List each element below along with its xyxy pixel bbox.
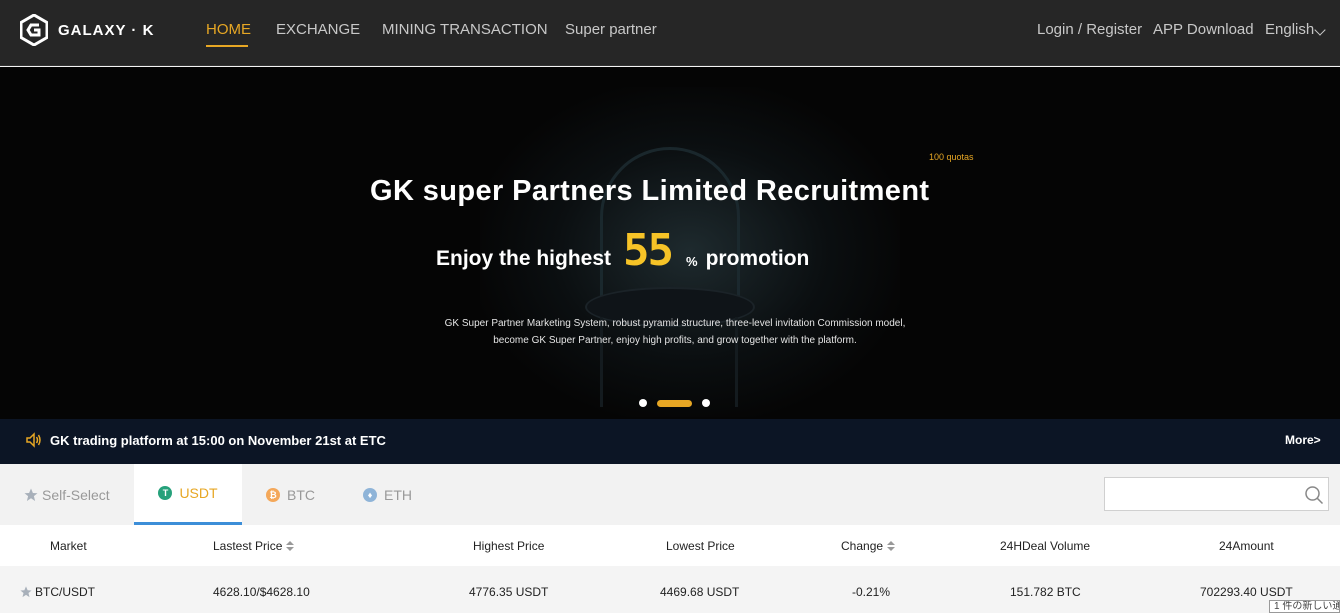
nav-active-indicator [206, 45, 248, 47]
col-change[interactable]: Change [841, 539, 896, 553]
cell-change: -0.21% [852, 585, 891, 599]
bitcoin-icon: ₿ [266, 487, 280, 502]
carousel-dot[interactable] [639, 399, 647, 407]
top-navbar: GALAXY · K HOME EXCHANGE MINING TRANSACT… [0, 0, 1340, 66]
market-table-header: Market Lastest Price Highest Price Lowes… [0, 525, 1340, 566]
tab-usdt[interactable]: T USDT [134, 464, 242, 525]
tether-icon: T [158, 486, 173, 500]
cell-market: BTC/USDT [35, 585, 95, 599]
col-highest-price: Highest Price [473, 539, 545, 553]
tab-self-select[interactable]: Self-Select [24, 464, 134, 525]
cell-lowest-price: 4469.68 USDT [660, 585, 740, 599]
promo-value: 55 [623, 225, 674, 276]
notification-popup[interactable]: 1 件の新しい通知 [1269, 600, 1340, 613]
star-icon [24, 488, 38, 501]
announcement-text[interactable]: GK trading platform at 15:00 on November… [50, 433, 386, 448]
carousel-dot-active[interactable] [657, 400, 692, 407]
logo[interactable]: GALAXY · K [20, 14, 154, 46]
more-link[interactable]: More> [1285, 433, 1321, 447]
col-market: Market [50, 539, 87, 553]
speaker-icon [26, 432, 41, 448]
col-change-label: Change [841, 539, 884, 553]
tab-label: Self-Select [42, 486, 110, 503]
login-register-link[interactable]: Login / Register [1037, 21, 1142, 38]
language-select[interactable]: English [1265, 21, 1314, 38]
col-latest-price[interactable]: Lastest Price [213, 539, 295, 553]
ethereum-icon: ♦ [363, 487, 377, 502]
col-24h-amount: 24Amount [1219, 539, 1274, 553]
tab-eth[interactable]: ♦ ETH [363, 464, 443, 525]
quota-label: 100 quotas [929, 152, 974, 162]
banner-description-line-2: become GK Super Partner, enjoy high prof… [493, 335, 857, 346]
hero-banner[interactable]: 100 quotas GK super Partners Limited Rec… [0, 67, 1340, 419]
cell-24h-amount: 702293.40 USDT [1200, 585, 1293, 599]
tab-label: ETH [384, 486, 412, 503]
cell-latest-price: 4628.10/$4628.10 [213, 585, 310, 599]
nav-super-partner[interactable]: Super partner [565, 21, 657, 38]
tab-label: BTC [287, 486, 315, 503]
banner-description-line-1: GK Super Partner Marketing System, robus… [444, 318, 906, 329]
favorite-star-icon[interactable] [20, 586, 32, 598]
table-row[interactable]: BTC/USDT 4628.10/$4628.10 4776.35 USDT 4… [0, 566, 1340, 613]
nav-exchange[interactable]: EXCHANGE [276, 21, 360, 38]
galaxy-logo-icon [20, 14, 48, 46]
announcement-bar: GK trading platform at 15:00 on November… [0, 419, 1340, 464]
chevron-down-icon[interactable] [1314, 24, 1326, 36]
cell-24h-volume: 151.782 BTC [1010, 585, 1081, 599]
sort-icon[interactable] [887, 541, 896, 551]
col-lowest-price: Lowest Price [666, 539, 735, 553]
market-search-input[interactable] [1104, 477, 1329, 511]
sort-icon[interactable] [286, 541, 295, 551]
col-24h-volume: 24HDeal Volume [1000, 539, 1091, 553]
promo-suffix: promotion [705, 247, 810, 270]
col-latest-price-label: Lastest Price [213, 539, 283, 553]
promo-line: Enjoy the highest 55 % promotion [436, 225, 810, 276]
banner-title: GK super Partners Limited Recruitment [370, 175, 930, 207]
cell-highest-price: 4776.35 USDT [469, 585, 549, 599]
tab-label: USDT [179, 485, 218, 501]
promo-prefix: Enjoy the highest [436, 247, 612, 270]
tab-btc[interactable]: ₿ BTC [266, 464, 346, 525]
nav-home[interactable]: HOME [206, 21, 251, 38]
search-icon[interactable] [1304, 485, 1324, 505]
carousel-dot[interactable] [702, 399, 710, 407]
app-download-link[interactable]: APP Download [1153, 21, 1254, 38]
promo-percent: % [686, 254, 698, 269]
brand-name: GALAXY · K [58, 21, 155, 39]
nav-mining-transaction[interactable]: MINING TRANSACTION [382, 21, 548, 38]
